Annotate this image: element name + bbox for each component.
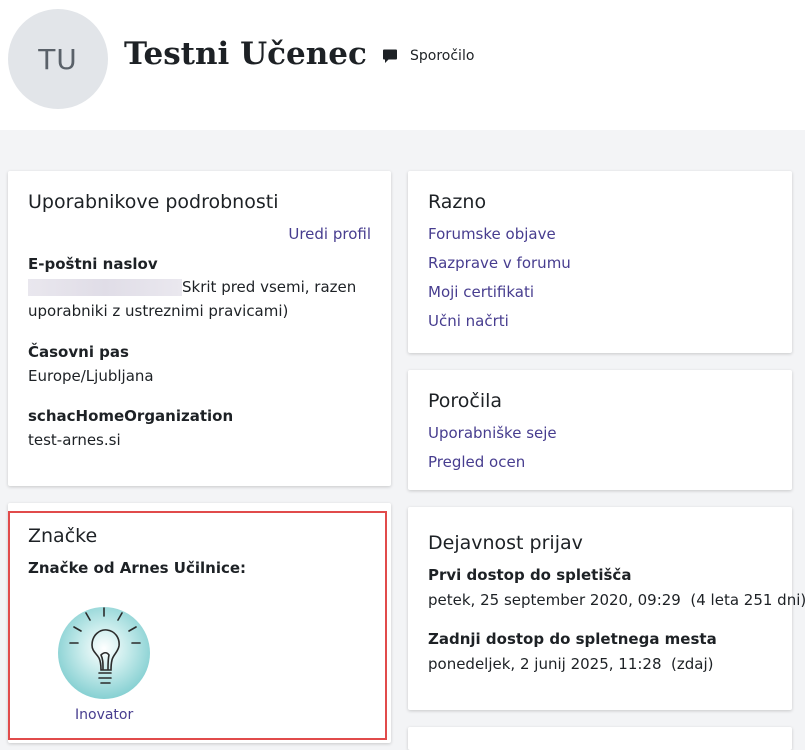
misc-title: Razno — [428, 191, 487, 213]
last-access-label: Zadnji dostop do spletnega mesta — [428, 630, 717, 648]
timezone-value: Europe/Ljubljana — [28, 367, 154, 385]
badges-subtitle: Značke od Arnes Učilnice: — [28, 559, 247, 577]
last-access-value: ponedeljek, 2 junij 2025, 11:28 (zdaj) — [428, 655, 714, 673]
message-button-label: Sporočilo — [410, 48, 475, 64]
learning-plans-link[interactable]: Učni načrti — [428, 312, 509, 330]
timezone-label: Časovni pas — [28, 343, 129, 361]
grades-overview-link[interactable]: Pregled ocen — [428, 453, 525, 471]
redacted-email — [28, 279, 182, 296]
misc-card: Razno Forumske objave Razprave v forumu … — [408, 171, 792, 353]
first-access-value: petek, 25 september 2020, 09:29 (4 leta … — [428, 591, 805, 609]
user-details-card: Uporabnikove podrobnosti Uredi profil E-… — [8, 171, 391, 486]
next-card — [408, 727, 792, 750]
reports-card: Poročila Uporabniške seje Pregled ocen — [408, 370, 792, 490]
message-button[interactable]: Sporočilo — [382, 48, 474, 64]
page-title: Testni Učenec — [124, 36, 367, 72]
user-sessions-link[interactable]: Uporabniške seje — [428, 424, 557, 442]
first-access-label: Prvi dostop do spletišča — [428, 566, 632, 584]
profile-header: TU Testni Učenec Sporočilo — [0, 0, 805, 130]
badges-card: Značke Značke od Arnes Učilnice: Inovato… — [8, 503, 391, 743]
lightbulb-badge-icon — [58, 607, 150, 699]
forum-posts-link[interactable]: Forumske objave — [428, 225, 556, 243]
my-certificates-link[interactable]: Moji certifikati — [428, 283, 534, 301]
organization-label: schacHomeOrganization — [28, 407, 234, 425]
login-activity-title: Dejavnost prijav — [428, 532, 583, 554]
forum-discussions-link[interactable]: Razprave v forumu — [428, 254, 571, 272]
edit-profile-link[interactable]: Uredi profil — [288, 225, 371, 243]
login-activity-card: Dejavnost prijav Prvi dostop do spletišč… — [408, 507, 805, 710]
user-details-title: Uporabnikove podrobnosti — [28, 191, 279, 213]
email-label: E-poštni naslov — [28, 255, 158, 273]
reports-title: Poročila — [428, 390, 503, 412]
chat-bubble-icon — [383, 49, 397, 63]
badges-title: Značke — [28, 525, 98, 547]
organization-value: test-arnes.si — [28, 431, 121, 449]
avatar: TU — [8, 9, 108, 109]
badge-name[interactable]: Inovator — [75, 707, 133, 723]
email-value: Skrit pred vsemi, razen uporabniki z ust… — [28, 275, 368, 323]
badge-item[interactable]: Inovator — [56, 603, 152, 723]
